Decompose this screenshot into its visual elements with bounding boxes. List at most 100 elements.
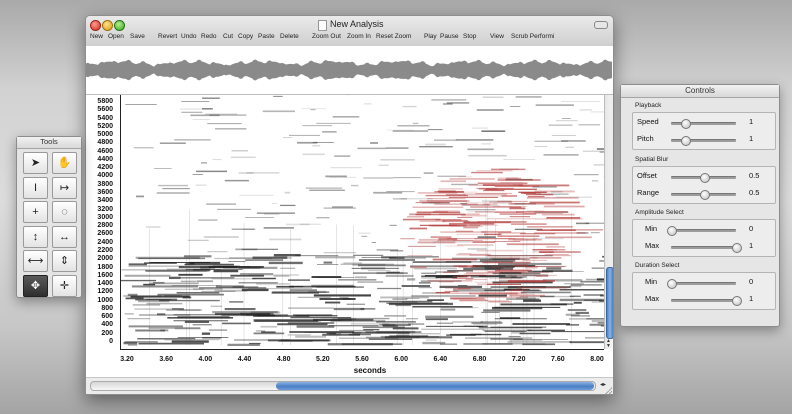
y-tick-label: 3200 [97,205,113,213]
x-axis-label: seconds [353,366,387,375]
resize-grip[interactable] [605,387,612,394]
toolbar-scrub-performi-button[interactable]: Scrub Performi [511,33,554,40]
y-tick-label: 4400 [97,155,113,163]
slider-track-max[interactable] [671,296,742,306]
x-tick-label: 5.20 [316,356,330,363]
vertical-scroll-arrows[interactable]: ▲ ▼ [606,339,611,349]
toolbar-reset-zoom-button[interactable]: Reset Zoom [376,33,411,40]
toolbar-toggle-button[interactable] [594,21,608,29]
value-min: 0 [749,277,754,286]
toolbar-zoom-in-button[interactable]: Zoom In [347,33,371,40]
group-box-playback: Speed 1 Pitch 1 [632,112,776,150]
pointer-tool-icon[interactable]: ➤ [23,152,48,174]
slider-knob-pitch[interactable] [681,136,692,146]
vertical-scroll-thumb[interactable] [606,267,613,339]
slider-track-speed[interactable] [671,119,736,129]
horizontal-scroll-track[interactable] [90,381,596,391]
move-all-tool-icon[interactable]: ✥ [23,274,48,297]
slider-knob-offset[interactable] [699,173,710,183]
toolbar-revert-button[interactable]: Revert [158,33,177,40]
slider-knob-min[interactable] [667,279,677,289]
label-min: Min [645,277,658,286]
time-select-tool-icon[interactable]: ↦ [52,176,77,199]
time-axis: seconds 3.20 3.60 4.00 4.40 4.80 5.20 5.60 6.00… [120,349,604,378]
toolbar: New Open Save Revert Undo Redo Cut Copy Paste Del… [86,33,613,44]
toolbar-new-button[interactable]: New [90,33,103,40]
slider-track-pitch[interactable] [671,136,736,146]
y-tick-label: 2200 [97,246,113,254]
slider-knob-max[interactable] [732,243,742,253]
tools-palette-title[interactable]: Tools [17,137,81,149]
slider-knob-speed[interactable] [681,119,692,129]
y-tick-label: 2600 [97,230,113,238]
toolbar-copy-button[interactable]: Copy [238,33,253,40]
toolbar-zoom-out-button[interactable]: Zoom Out [312,33,341,40]
y-tick-label: 4200 [97,164,113,172]
horizontal-zoom-tool-icon[interactable]: ↔ [52,225,77,248]
y-tick-label: 0 [109,338,113,345]
toolbar-pause-button[interactable]: Pause [440,33,458,40]
crosshair-tool-icon[interactable]: + [23,201,48,223]
toolbar-redo-button[interactable]: Redo [201,33,217,40]
slider-track-min[interactable] [667,279,736,289]
label-speed: Speed [637,117,659,126]
y-tick-label: 200 [101,329,113,337]
horizontal-scroll-thumb[interactable] [276,382,594,390]
title-bar[interactable]: New Analysis New Open Save Revert Undo Redo Cu… [86,16,613,47]
minimize-button[interactable] [102,20,113,31]
group-label-spatial-blur: Spatial Blur [635,156,669,163]
toolbar-stop-button[interactable]: Stop [463,33,476,40]
vertical-move-tool-icon[interactable]: ⇕ [52,250,77,272]
vertical-scrollbar[interactable]: ▲ ▼ [604,95,613,349]
close-button[interactable] [90,20,101,31]
y-tick-label: 2400 [97,238,113,246]
zoom-button[interactable] [114,20,125,31]
scrub-tool-icon[interactable]: ✛ [52,274,77,297]
y-tick-label: 1800 [97,263,113,271]
toolbar-undo-button[interactable]: Undo [181,33,197,40]
y-tick-label: 3000 [97,213,113,221]
slider-knob-range[interactable] [699,190,710,200]
horizontal-move-tool-icon[interactable]: ⟷ [23,250,48,272]
frequency-axis: 5800 5600 5400 5200 5000 4800 4600 4400 4200 4000… [86,95,120,377]
y-tick-label: 1000 [97,296,113,304]
y-tick-label: 4800 [97,139,113,147]
toolbar-delete-button[interactable]: Delete [280,33,299,40]
x-tick-label: 6.40 [433,356,448,363]
slider-track-offset[interactable] [671,173,736,183]
waveform-overview[interactable] [86,46,613,95]
label-offset: Offset [637,171,657,180]
toolbar-paste-button[interactable]: Paste [258,33,275,40]
text-cursor-tool-icon[interactable]: I [23,176,48,199]
label-range: Range [637,188,660,197]
toolbar-open-button[interactable]: Open [108,33,124,40]
slider-knob-min[interactable] [667,226,677,236]
value-offset: 0.5 [749,171,760,180]
slider-track-range[interactable] [671,190,736,200]
spectrogram-plot[interactable] [120,95,605,349]
controls-panel: Controls Playback Speed 1 Pitch 1 Spatial Blu… [620,84,780,327]
lasso-tool-icon[interactable]: ◌ [52,201,77,223]
hand-tool-icon[interactable]: ✋ [52,152,77,174]
slider-track-min[interactable] [667,226,736,236]
toolbar-cut-button[interactable]: Cut [223,33,233,40]
y-tick-label: 4600 [97,147,113,155]
x-tick-label: 4.00 [198,356,213,363]
x-tick-label: 8.00 [590,356,604,363]
y-tick-label: 400 [101,321,113,329]
toolbar-play-button[interactable]: Play [424,33,437,40]
slider-track-max[interactable] [671,243,742,253]
vertical-zoom-tool-icon[interactable]: ↕ [23,225,48,248]
x-tick-label: 4.80 [276,356,291,363]
toolbar-save-button[interactable]: Save [130,33,145,40]
toolbar-view-button[interactable]: View [490,33,504,40]
controls-panel-title[interactable]: Controls [621,85,779,98]
spectrogram-graphic [121,95,605,346]
x-tick-label: 7.20 [511,356,526,363]
x-tick-label: 6.80 [472,356,487,363]
horizontal-scrollbar[interactable]: ◂▸ [86,377,613,394]
label-max: Max [645,294,660,303]
slider-knob-max[interactable] [732,296,742,306]
value-max: 1 [749,294,754,303]
value-range: 0.5 [749,188,760,197]
